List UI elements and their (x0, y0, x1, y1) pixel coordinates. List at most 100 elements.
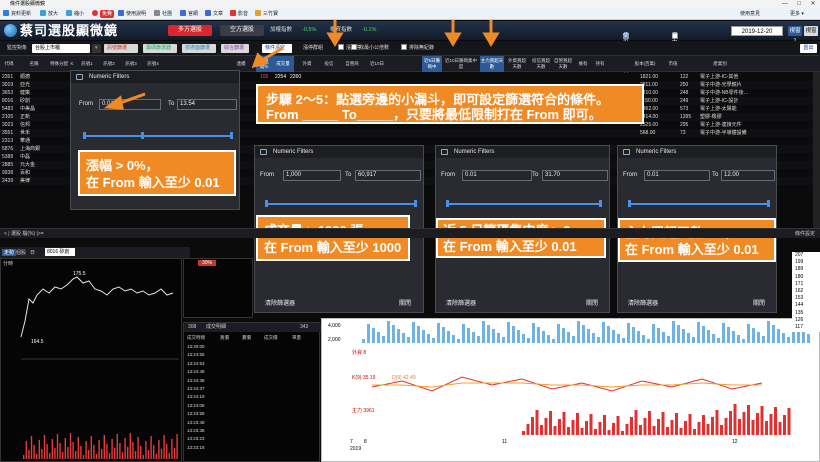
volume-bar-daily (442, 327, 445, 343)
main-force-bar (706, 424, 710, 435)
bottom-strip-nav[interactable]: < | 選股 檔(%) |>= (4, 229, 44, 239)
volume-bar-daily (762, 336, 765, 343)
main-force-bar (679, 428, 683, 435)
tab-trend[interactable]: 走勢 (2, 249, 17, 256)
volume-bar-daily (437, 323, 440, 343)
volume-bar-daily (447, 331, 450, 343)
volume-bar (95, 454, 98, 459)
vol-axis-mid: 2,000 (328, 337, 341, 343)
main-force-bar (585, 421, 588, 435)
volume-bar-daily (507, 322, 510, 343)
volume-bar-daily (472, 332, 475, 343)
daily-chart-svg (362, 321, 810, 435)
volume-bar-daily (752, 328, 755, 343)
main-force-bar (715, 410, 719, 435)
volume-bar (132, 442, 134, 459)
volume-bar (23, 455, 25, 459)
k-line (371, 376, 763, 392)
main-force-bar (724, 418, 728, 435)
year-label: 2019 (350, 446, 362, 452)
volume-bar-daily (607, 326, 610, 343)
main-force-bar (697, 422, 701, 435)
main-force-bar (702, 415, 705, 435)
volume-bar-daily (807, 334, 810, 343)
main-force-bar (562, 412, 566, 435)
main-force-bar (549, 411, 552, 435)
tab-daily[interactable]: 日 (30, 249, 35, 256)
tab-stock[interactable]: 個股 (16, 249, 26, 256)
x-label-11: 11 (502, 439, 508, 445)
trade-time: 13:23:18 (187, 444, 205, 450)
volume-bar-daily (497, 333, 500, 343)
volume-bar (116, 434, 118, 459)
trade-time: 13:24:38 (187, 377, 205, 383)
volume-bar (137, 437, 139, 459)
volume-bar-daily (612, 330, 615, 343)
volume-bar-daily (707, 330, 710, 343)
main-force-bar (630, 417, 633, 435)
trade-time: 13:24:55 (187, 352, 205, 358)
volume-bar-daily (772, 325, 775, 343)
volume-bar (41, 449, 43, 459)
main-force-bar (535, 410, 539, 435)
volume-bars-daily (362, 321, 810, 343)
volume-bar-daily (477, 336, 480, 343)
main-force-bar (657, 419, 660, 435)
volume-bar-daily (757, 332, 760, 343)
volume-bar-daily (582, 325, 585, 343)
main-force-bar (760, 406, 764, 435)
volume-bar (155, 454, 157, 459)
main-force-bar (580, 428, 584, 435)
quote-code-input[interactable]: 8016 矽創 (45, 248, 75, 256)
main-force-bar (567, 427, 570, 435)
arrowhead-volume (326, 32, 344, 47)
volume-bar (173, 448, 176, 459)
condition-settings-link[interactable]: 條件設定 (795, 229, 815, 239)
volume-bar (28, 450, 30, 459)
volume-bar (98, 440, 100, 459)
trade-col-time: 成交時間 (187, 335, 205, 340)
intraday-line-svg (20, 276, 179, 459)
main-force-bar (783, 415, 786, 435)
volume-bar (88, 450, 90, 459)
main-force-bar (607, 430, 611, 435)
volume-bar-daily (482, 321, 485, 343)
trades-panel: 308 成交明細 343 成交時間 買價 賣價 成交價 單量 13:30:00 1… (183, 322, 321, 462)
volume-bar (90, 436, 92, 459)
arrow-line-from (119, 92, 146, 105)
volume-bar-daily (557, 324, 560, 343)
trade-time: 13:23:58 (187, 411, 205, 417)
volume-bar-daily (407, 337, 410, 343)
volume-bar (64, 438, 66, 459)
volume-bar-daily (597, 337, 600, 343)
volume-bar-daily (692, 337, 695, 343)
volume-bar (69, 433, 72, 459)
trade-time: 13:24:19 (187, 394, 205, 400)
volume-bar-daily (647, 339, 650, 343)
trades-title: 成交明細 (206, 324, 227, 330)
volume-bar (158, 440, 160, 459)
volume-bar (101, 449, 103, 459)
main-force-bar (594, 429, 597, 435)
volume-bar-daily (777, 329, 780, 343)
volume-bar-daily (367, 324, 370, 343)
volume-bar-daily (377, 332, 380, 343)
main-force-bar (612, 423, 615, 435)
right-axis-tick: 117 (795, 324, 803, 330)
volume-bar-daily (577, 321, 580, 343)
volume-bar-daily (687, 333, 690, 343)
main-force-bar (684, 421, 687, 435)
main-force-bar (738, 419, 741, 435)
volume-bar (77, 437, 79, 459)
trade-time: 13:24:48 (187, 369, 205, 375)
volume-bar-daily (747, 324, 750, 343)
volume-bar-daily (782, 333, 785, 343)
volume-bar (33, 445, 35, 459)
main-force-bar (711, 417, 714, 435)
volume-bar-daily (732, 331, 735, 343)
trades-count: 308 (188, 324, 197, 330)
volume-bar (129, 433, 131, 459)
main-force-bar (693, 429, 696, 435)
main-force-bar (778, 422, 782, 435)
main-force-bar (661, 412, 665, 435)
